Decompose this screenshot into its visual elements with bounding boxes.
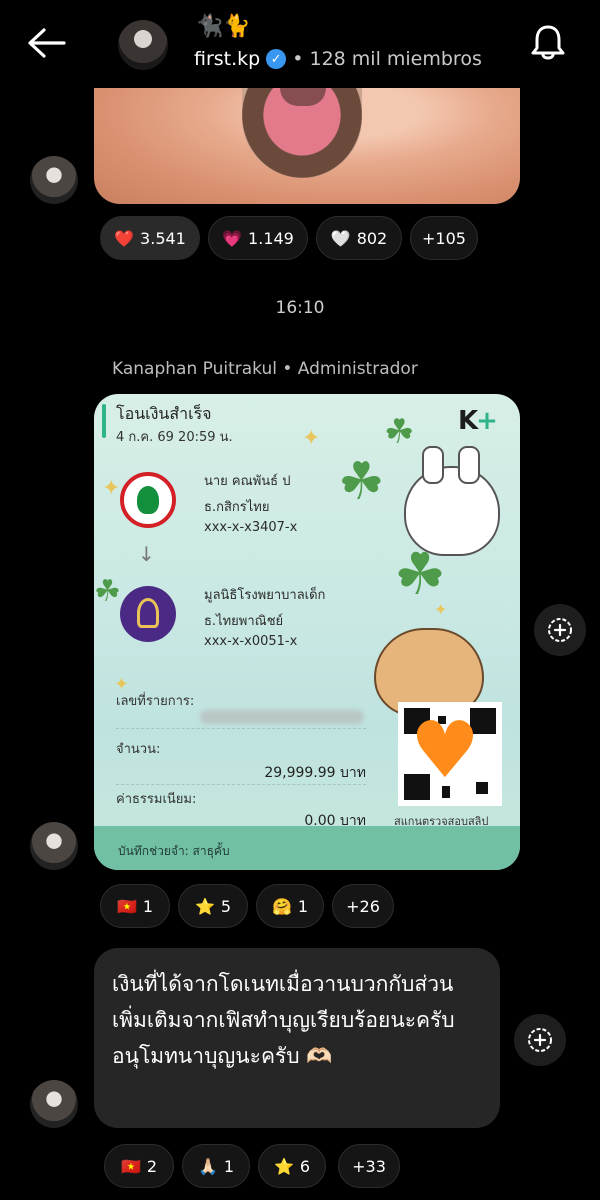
- reaction-count: 5: [220, 896, 232, 916]
- reaction-chip[interactable]: 🤗 1: [256, 884, 324, 928]
- slip-memo: บันทึกช่วยจำ: สาธุคั้บ: [118, 844, 230, 858]
- sparkle-icon: ✦: [102, 476, 121, 501]
- reaction-chip[interactable]: ❤️ 3.541: [100, 216, 200, 260]
- member-count: • 128 mil miembros: [292, 48, 482, 70]
- reaction-count: 1.149: [248, 228, 294, 248]
- sender-account-number: xxx-x-x3407-x: [204, 520, 298, 535]
- clover-icon: ☘: [384, 412, 415, 452]
- more-reactions-chip[interactable]: +26: [332, 884, 394, 928]
- reaction-chip[interactable]: ⭐ 6: [258, 1144, 326, 1188]
- channel-info[interactable]: first.kp ✓ • 128 mil miembros: [194, 48, 482, 70]
- more-reactions-chip[interactable]: +33: [338, 1144, 400, 1188]
- sender-bank: ธ.กสิกรไทย: [204, 500, 270, 515]
- reaction-count: 1: [142, 896, 154, 916]
- sparkle-icon: ✦: [302, 426, 321, 451]
- fee-label: ค่าธรรมเนียม:: [116, 792, 197, 807]
- clover-icon: ☘: [338, 452, 385, 512]
- slip-title: โอนเงินสำเร็จ: [116, 404, 212, 423]
- reaction-chip[interactable]: 🤍 802: [316, 216, 402, 260]
- sender-account-name: นาย คณพันธ์ ป: [204, 474, 291, 489]
- reaction-count: +105: [422, 228, 466, 248]
- recipient-name: มูลนิธิโรงพยาบาลเด็ก: [204, 588, 326, 603]
- transfer-slip-image[interactable]: โอนเงินสำเร็จ 4 ก.ค. 69 20:59 น. K+ ✦ ✦ …: [94, 394, 520, 870]
- clover-icon: ☘: [94, 574, 121, 609]
- reaction-chip[interactable]: 🙏🏻 1: [182, 1144, 250, 1188]
- channel-emoji-title: 🐈‍⬛🐈: [196, 14, 251, 39]
- sender-avatar[interactable]: [30, 156, 78, 204]
- reference-label: เลขที่รายการ:: [116, 694, 195, 709]
- orange-heart-emoji: ♥: [410, 706, 480, 796]
- reaction-emoji: ⭐: [194, 896, 215, 916]
- reaction-count: +33: [352, 1156, 386, 1176]
- add-circle-icon: [528, 1028, 552, 1052]
- reaction-emoji: 💗: [222, 228, 243, 248]
- add-reaction-button[interactable]: [534, 604, 586, 656]
- reaction-count: 802: [356, 228, 388, 248]
- kplus-logo: K+: [458, 406, 498, 436]
- reaction-chip[interactable]: 🇻🇳 1: [100, 884, 170, 928]
- reaction-count: 1: [297, 896, 309, 916]
- sender-name: Kanaphan Puitrakul • Administrador: [112, 359, 418, 379]
- reaction-emoji: 🤗: [271, 896, 292, 916]
- reaction-emoji: 🇻🇳: [116, 896, 137, 916]
- verified-badge-icon: ✓: [266, 49, 287, 69]
- amount-value: 29,999.99 บาท: [264, 765, 366, 781]
- recipient-bank: ธ.ไทยพาณิชย์: [204, 614, 284, 629]
- reaction-count: 1: [223, 1156, 235, 1176]
- bell-icon[interactable]: [528, 22, 568, 62]
- reaction-emoji: 🇻🇳: [120, 1156, 141, 1176]
- slip-date: 4 ก.ค. 69 20:59 น.: [116, 430, 233, 445]
- reaction-chip[interactable]: 💗 1.149: [208, 216, 308, 260]
- text-message[interactable]: เงินที่ได้จากโดเนทเมื่อวานบวกกับส่วนเพิ่…: [94, 948, 500, 1128]
- kasikorn-bank-logo: [120, 472, 176, 528]
- reaction-emoji: 🤍: [330, 228, 351, 248]
- scb-bank-logo: [120, 586, 176, 642]
- recipient-account-number: xxx-x-x0051-x: [204, 634, 298, 649]
- reaction-emoji: 🙏🏻: [197, 1156, 218, 1176]
- redacted-reference: [200, 710, 364, 724]
- add-reaction-button[interactable]: [514, 1014, 566, 1066]
- bunny-sticker: [404, 446, 500, 556]
- reaction-count: 3.541: [140, 228, 186, 248]
- timestamp: 16:10: [275, 298, 325, 318]
- reaction-emoji: ❤️: [114, 228, 135, 248]
- sender-avatar[interactable]: [30, 1080, 78, 1128]
- channel-avatar[interactable]: [118, 20, 168, 70]
- photo-message[interactable]: [94, 88, 520, 204]
- channel-name: first.kp: [194, 48, 261, 70]
- reaction-count: 2: [146, 1156, 158, 1176]
- reaction-count: +26: [346, 896, 380, 916]
- reaction-chip[interactable]: 🇻🇳 2: [104, 1144, 174, 1188]
- sender-avatar[interactable]: [30, 822, 78, 870]
- reaction-chip[interactable]: ⭐ 5: [178, 884, 248, 928]
- arrow-down-icon: ↓: [138, 542, 155, 566]
- reaction-emoji: ⭐: [273, 1156, 294, 1176]
- more-reactions-chip[interactable]: +105: [410, 216, 478, 260]
- reaction-count: 6: [299, 1156, 311, 1176]
- add-circle-icon: [548, 618, 572, 642]
- back-arrow-icon[interactable]: [26, 26, 66, 60]
- amount-label: จำนวน:: [116, 742, 161, 757]
